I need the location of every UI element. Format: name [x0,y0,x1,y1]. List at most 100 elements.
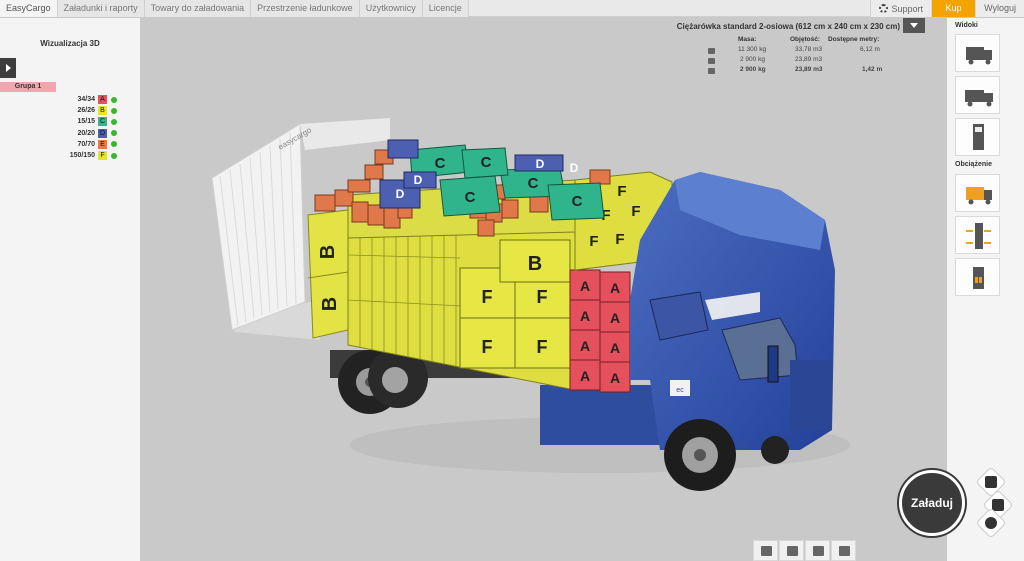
load-axle-button[interactable] [955,216,1000,254]
count-row-b: 26/26 B [58,105,128,116]
svg-text:C: C [481,154,492,171]
support-label: Support [891,3,924,14]
tab-loads-reports[interactable]: Załadunki i raporty [57,0,145,17]
share-icon [985,517,997,529]
cell-meters: 6,12 m [860,46,880,53]
svg-text:D: D [414,173,423,187]
truck-icon [761,546,772,556]
svg-text:D: D [570,161,579,175]
loaded-truck-icon [708,68,715,74]
grid-icon [839,546,850,556]
svg-text:F: F [631,203,640,220]
layout-tool[interactable] [831,540,856,561]
svg-text:B: B [319,297,341,311]
svg-text:A: A [610,370,620,386]
3d-viewport[interactable]: B B F F F F B AA AA AA AA FFF FF C C C C… [140,18,947,561]
count-row-c: 15/15 C [58,116,128,127]
buy-button[interactable]: Kup [931,0,976,17]
truck-3d-scene: B B F F F F B AA AA AA AA FF F FF CCCCC … [211,118,850,491]
truck-title: Ciężarówka standard 2-osiowa (612 cm x 2… [676,22,900,31]
truck-capacity-icon [708,48,715,54]
svg-text:A: A [610,310,620,326]
svg-text:F: F [589,233,598,250]
svg-text:A: A [610,340,620,356]
truck-view-tool[interactable] [753,540,778,561]
views-label: Widoki [955,22,978,29]
svg-text:A: A [610,280,620,296]
svg-text:D: D [396,187,405,201]
weight-icon [787,546,798,556]
tab-licenses[interactable]: Licencje [422,0,469,17]
count-row-a: 34/34 A [58,94,128,105]
truck-perspective-icon [965,90,993,107]
cell-meters: 1,42 m [862,66,883,73]
status-dot-icon [111,96,117,103]
top-nav: EasyCargo Załadunki i raporty Towary do … [0,0,1024,17]
support-button[interactable]: Support [869,0,932,17]
panel-toggle-button[interactable] [0,58,16,78]
svg-text:F: F [617,183,626,200]
svg-text:ec: ec [676,387,684,394]
svg-text:F: F [537,287,548,307]
load-label: Obciążenie [955,161,992,168]
item-letter: B [98,106,107,116]
svg-text:A: A [580,278,590,294]
count-value: 20/20 [77,129,95,137]
svg-text:C: C [435,155,446,172]
svg-text:C: C [528,175,539,192]
count-value: 150/150 [69,152,95,160]
truck-dropdown-button[interactable] [903,18,925,33]
load-balance-button[interactable] [955,258,1000,296]
svg-text:A: A [580,308,590,324]
header-volume: Objętość: [790,36,820,43]
cargo-box-icon [708,58,715,64]
svg-text:F: F [482,337,493,357]
svg-text:F: F [482,287,493,307]
svg-text:B: B [317,245,339,259]
load-side-button[interactable] [955,174,1000,212]
view-perspective-button[interactable] [955,76,1000,114]
truck-load-icon [966,187,992,205]
panel-title: Wizualizacja 3D [40,39,100,48]
weight-tool[interactable] [779,540,804,561]
tab-cargo-spaces[interactable]: Przestrzenie ładunkowe [251,0,360,17]
svg-text:D: D [536,157,545,171]
logout-button[interactable]: Wyloguj [975,0,1024,17]
load-button[interactable]: Załaduj [899,470,965,536]
item-letter: D [98,128,107,138]
svg-text:F: F [537,337,548,357]
cell-mass: 2 900 kg [740,56,765,63]
status-dot-icon [111,130,117,137]
text-labels-tool[interactable] [805,540,830,561]
svg-text:F: F [615,231,624,248]
item-letter: C [98,117,107,127]
cell-volume: 23,89 m3 [795,56,823,63]
item-letter: F [98,151,107,161]
count-value: 15/15 [77,118,95,126]
group-label[interactable]: Grupa 1 [0,82,56,92]
cell-volume: 23,89 m3 [795,66,823,73]
bottom-toolbar [753,540,857,561]
status-dot-icon [111,107,117,114]
cell-mass: 11 300 kg [738,46,767,53]
item-letter: A [98,95,107,105]
item-counts-list: 34/34 A 26/26 B 15/15 C 20/20 D 70/70 E … [58,94,128,161]
svg-text:A: A [580,368,590,384]
header-meters: Dostępne metry: [828,36,880,43]
count-value: 26/26 [77,107,95,115]
view-top-button[interactable] [955,118,1000,156]
status-dot-icon [111,152,117,159]
svg-text:C: C [465,189,476,206]
tab-easycargo[interactable]: EasyCargo [0,0,58,17]
tab-goods[interactable]: Towary do załadowania [144,0,252,17]
count-row-d: 20/20 D [58,128,128,139]
count-row-f: 150/150 F [58,150,128,161]
view-side-button[interactable] [955,34,1000,72]
truck-top-icon [973,124,984,150]
left-panel: Wizualizacja 3D Grupa 1 34/34 A 26/26 B … [0,18,140,561]
item-letter: E [98,139,107,149]
truck-side-icon [966,47,992,65]
count-value: 34/34 [77,96,95,104]
tab-users[interactable]: Użytkownicy [359,0,423,17]
cell-mass: 2 900 kg [740,66,766,73]
